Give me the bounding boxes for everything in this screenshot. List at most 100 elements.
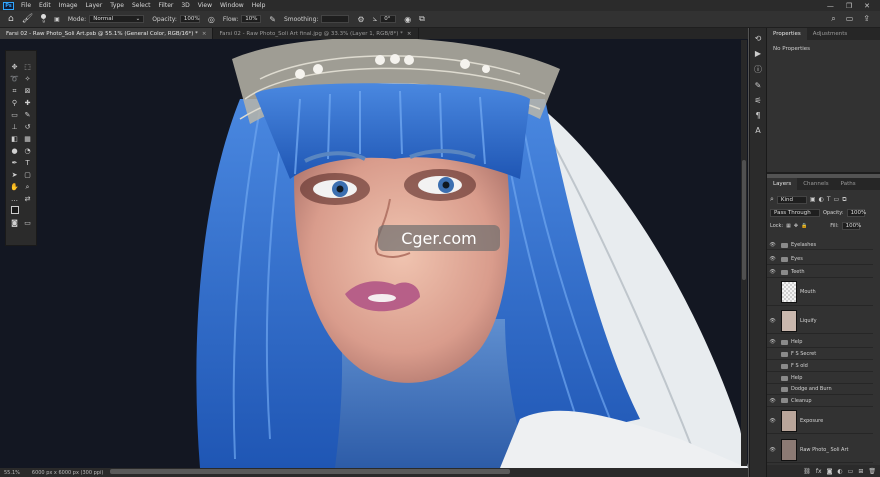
fill-field[interactable]: 100% — [841, 222, 861, 230]
link-layers-icon[interactable]: ⛓ — [803, 468, 811, 475]
document-tab-active[interactable]: Farsi 02 - Raw Photo_Soli Art.psb @ 55.1… — [0, 28, 214, 39]
brush-tool-icon[interactable]: ✎ — [22, 109, 33, 121]
blur-tool-icon[interactable]: ● — [9, 145, 20, 157]
marquee-tool-icon[interactable]: ⬚ — [22, 61, 33, 73]
layer-row[interactable]: 👁 Liquify — [767, 308, 873, 334]
tab-paths[interactable]: Paths — [835, 178, 862, 190]
new-layer-icon[interactable]: ⊞ — [858, 468, 863, 475]
airbrush-icon[interactable]: ✎ — [269, 15, 276, 24]
menu-edit[interactable]: Edit — [35, 2, 55, 9]
symmetry-icon[interactable]: ⧉ — [419, 14, 425, 24]
type-tool-icon[interactable]: T — [22, 157, 33, 169]
healing-tool-icon[interactable]: ✚ — [22, 97, 33, 109]
visibility-eye-icon[interactable]: 👁 — [767, 256, 778, 262]
mode-select[interactable]: Normal ⌄ — [89, 15, 145, 23]
horizontal-scrollbar[interactable] — [110, 469, 510, 474]
layer-row[interactable]: 👁 Eyelashes — [767, 241, 873, 250]
eraser-tool-icon[interactable]: ◧ — [9, 133, 20, 145]
lasso-tool-icon[interactable]: ➰ — [9, 73, 20, 85]
swap-colors-icon[interactable]: ⇄ — [22, 193, 33, 205]
tab-properties[interactable]: Properties — [767, 28, 807, 40]
menu-type[interactable]: Type — [106, 2, 128, 9]
close-icon[interactable]: × — [202, 31, 207, 37]
brush-size-preview[interactable]: 9 — [41, 13, 47, 25]
layer-row[interactable]: Help — [767, 373, 873, 384]
zoom-level[interactable]: 55.1% — [4, 470, 20, 476]
stamp-tool-icon[interactable]: ⊥ — [9, 121, 20, 133]
smoothing-field[interactable] — [321, 15, 350, 23]
pressure-opacity-icon[interactable]: ◎ — [208, 15, 215, 24]
layer-opacity-field[interactable]: 100% — [846, 209, 866, 217]
quick-select-tool-icon[interactable]: ✧ — [22, 73, 33, 85]
close-icon[interactable]: × — [407, 31, 412, 37]
menu-view[interactable]: View — [194, 2, 216, 9]
hand-tool-icon[interactable]: ✋ — [9, 181, 20, 193]
character-icon[interactable]: A — [755, 126, 760, 135]
layer-row[interactable]: 👁 Eyes — [767, 254, 873, 265]
smoothing-settings-icon[interactable]: ⚙ — [357, 15, 364, 24]
path-select-tool-icon[interactable]: ➤ — [9, 169, 20, 181]
share-icon[interactable]: ⇪ — [863, 14, 870, 24]
add-mask-icon[interactable]: ◙ — [827, 468, 833, 475]
layer-row[interactable]: 👁 Cleanup — [767, 395, 873, 407]
zoom-tool-icon[interactable]: ⌕ — [22, 181, 33, 193]
layer-row[interactable]: F S Secret — [767, 349, 873, 360]
filter-pixel-icon[interactable]: ▣ — [810, 196, 816, 203]
menu-layer[interactable]: Layer — [81, 2, 106, 9]
foreground-color-swatch[interactable] — [11, 206, 19, 214]
layer-row[interactable]: F S old — [767, 361, 873, 372]
trash-icon[interactable]: 🗑 — [868, 468, 876, 475]
adjustment-layer-icon[interactable]: ◐ — [837, 468, 842, 475]
menu-file[interactable]: File — [17, 2, 35, 9]
lock-pixels-icon[interactable]: ▦ — [786, 223, 791, 229]
lock-all-icon[interactable]: 🔒 — [801, 223, 807, 229]
tab-channels[interactable]: Channels — [797, 178, 834, 190]
visibility-eye-icon[interactable]: 👁 — [767, 447, 778, 453]
visibility-eye-icon[interactable]: 👁 — [767, 418, 778, 424]
layer-filter-select[interactable]: Kind — [776, 195, 807, 204]
flow-field[interactable]: 10% — [241, 15, 262, 23]
visibility-eye-icon[interactable]: 👁 — [767, 269, 778, 275]
visibility-eye-icon[interactable]: 👁 — [767, 242, 778, 248]
maximize-icon[interactable]: ❐ — [846, 2, 852, 10]
tab-layers[interactable]: Layers — [767, 178, 798, 190]
layer-row[interactable]: 👁 Teeth — [767, 267, 873, 278]
shape-tool-icon[interactable]: ▢ — [22, 169, 33, 181]
crop-tool-icon[interactable]: ⌗ — [9, 85, 20, 97]
visibility-eye-icon[interactable]: 👁 — [767, 339, 778, 345]
color-swatches[interactable] — [9, 205, 23, 218]
menu-window[interactable]: Window — [216, 2, 248, 9]
paragraph-icon[interactable]: ¶ — [755, 111, 760, 120]
history-icon[interactable]: ⟲ — [755, 34, 762, 43]
close-window-icon[interactable]: ✕ — [864, 2, 870, 10]
gradient-tool-icon[interactable]: ▦ — [22, 133, 33, 145]
brush-tool-icon[interactable]: 🖌 — [22, 14, 33, 24]
filter-shape-icon[interactable]: ▭ — [834, 196, 840, 203]
document-canvas[interactable] — [0, 39, 748, 468]
screen-mode-icon[interactable]: ▭ — [22, 217, 33, 229]
brush-settings-icon[interactable]: ▣ — [54, 16, 60, 23]
layer-row[interactable]: 👁 Exposure — [767, 408, 873, 434]
document-tab-inactive[interactable]: Farsi 02 - Raw Photo_Soli Art final.jpg … — [213, 28, 419, 39]
brushes-icon[interactable]: ✎ — [755, 81, 762, 90]
pen-tool-icon[interactable]: ✒ — [9, 157, 20, 169]
menu-filter[interactable]: Filter — [155, 2, 178, 9]
info-icon[interactable]: ⓘ — [754, 64, 762, 75]
menu-select[interactable]: Select — [128, 2, 155, 9]
history-brush-tool-icon[interactable]: ↺ — [22, 121, 33, 133]
pressure-size-icon[interactable]: ◉ — [404, 15, 411, 24]
visibility-eye-icon[interactable]: 👁 — [767, 318, 778, 324]
layer-row[interactable]: Dodge and Burn — [767, 384, 873, 395]
filter-adjust-icon[interactable]: ◐ — [819, 196, 824, 203]
menu-image[interactable]: Image — [55, 2, 82, 9]
tab-adjustments[interactable]: Adjustments — [807, 28, 853, 40]
menu-help[interactable]: Help — [248, 2, 270, 9]
patch-tool-icon[interactable]: ▭ — [9, 109, 20, 121]
fx-icon[interactable]: fx — [816, 468, 822, 475]
vertical-scroll-thumb[interactable] — [742, 160, 746, 280]
minimize-icon[interactable]: — — [827, 2, 834, 10]
more-tools-icon[interactable]: … — [9, 193, 20, 205]
quick-mask-icon[interactable]: ◙ — [9, 217, 20, 229]
filter-type-icon[interactable]: T — [827, 196, 831, 203]
angle-field[interactable]: 0° — [380, 15, 397, 23]
